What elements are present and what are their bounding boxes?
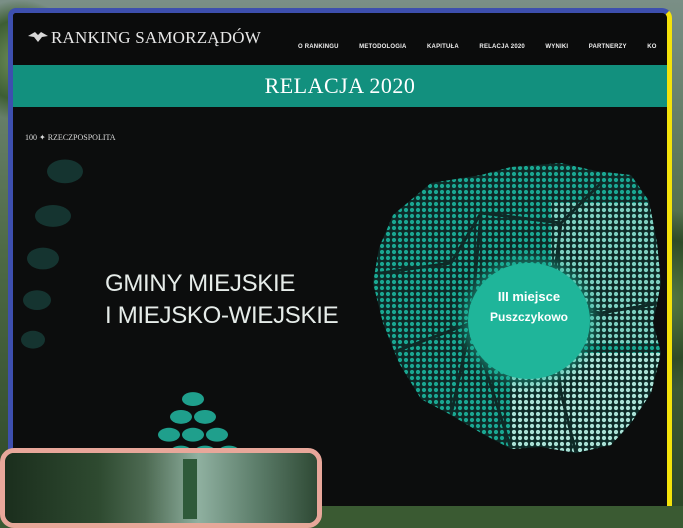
overlapping-photo-card xyxy=(0,448,322,528)
award-badge: III miejsce Puszczykowo xyxy=(468,263,590,379)
heading-line-1: GMINY MIEJSKIE xyxy=(105,270,296,297)
card-sign-strip xyxy=(183,459,197,519)
badge-rank: III miejsce xyxy=(497,289,561,304)
screen-frame: RANKING SAMORZĄDÓW O RANKINGU METODOLOGI… xyxy=(8,8,672,506)
badge-city: Puszczykowo xyxy=(489,310,569,324)
heading-line-2: I MIEJSKO-WIEJSKIE xyxy=(105,302,339,329)
card-photo xyxy=(5,453,317,523)
category-heading: GMINY MIEJSKIE I MIEJSKO-WIEJSKIE xyxy=(105,268,339,332)
